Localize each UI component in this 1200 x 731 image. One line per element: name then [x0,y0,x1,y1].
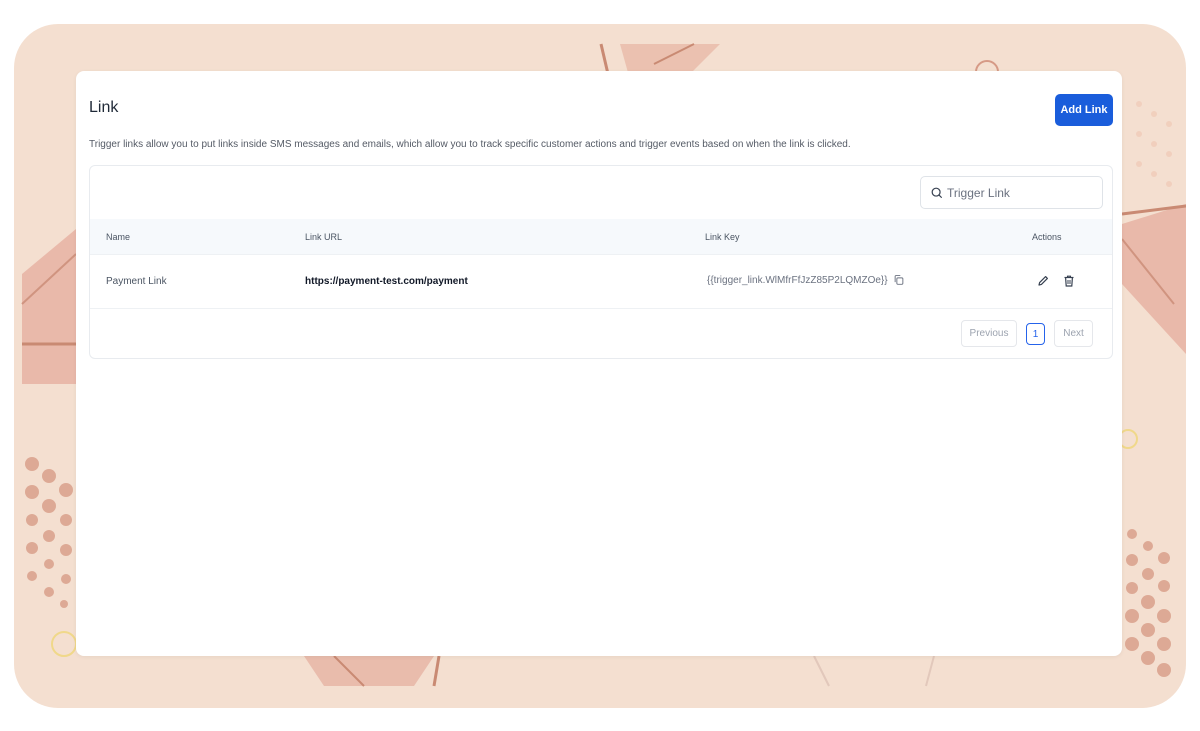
column-header-link-url: Link URL [305,232,343,242]
page-number-button[interactable]: 1 [1026,323,1045,345]
page-title: Link [89,99,119,116]
links-table-panel: Name Link URL Link Key Actions Payment L… [89,165,1113,359]
edit-icon[interactable] [1036,274,1050,288]
copy-icon[interactable] [893,274,905,286]
search-icon [931,187,942,198]
row-name: Payment Link [106,276,167,287]
table-row: Payment Link https://payment-test.com/pa… [90,255,1112,309]
next-page-button[interactable]: Next [1054,320,1093,347]
add-link-button[interactable]: Add Link [1055,94,1113,126]
previous-page-button[interactable]: Previous [961,320,1017,347]
app-frame: Link Add Link Trigger links allow you to… [14,24,1186,708]
row-key-cell: {{trigger_link.WlMfrFfJzZ85P2LQMZOe}} [707,274,905,286]
row-key: {{trigger_link.WlMfrFfJzZ85P2LQMZOe}} [707,274,888,286]
column-header-name: Name [106,232,131,242]
link-card: Link Add Link Trigger links allow you to… [76,71,1122,656]
column-header-link-key: Link Key [705,232,740,242]
table-header: Name Link URL Link Key Actions [90,219,1112,255]
trash-icon[interactable] [1062,274,1076,288]
page-description: Trigger links allow you to put links ins… [89,139,851,150]
search-box[interactable] [920,176,1103,209]
row-url: https://payment-test.com/payment [305,276,468,287]
search-input[interactable] [947,185,1097,200]
column-header-actions: Actions [1032,232,1062,242]
